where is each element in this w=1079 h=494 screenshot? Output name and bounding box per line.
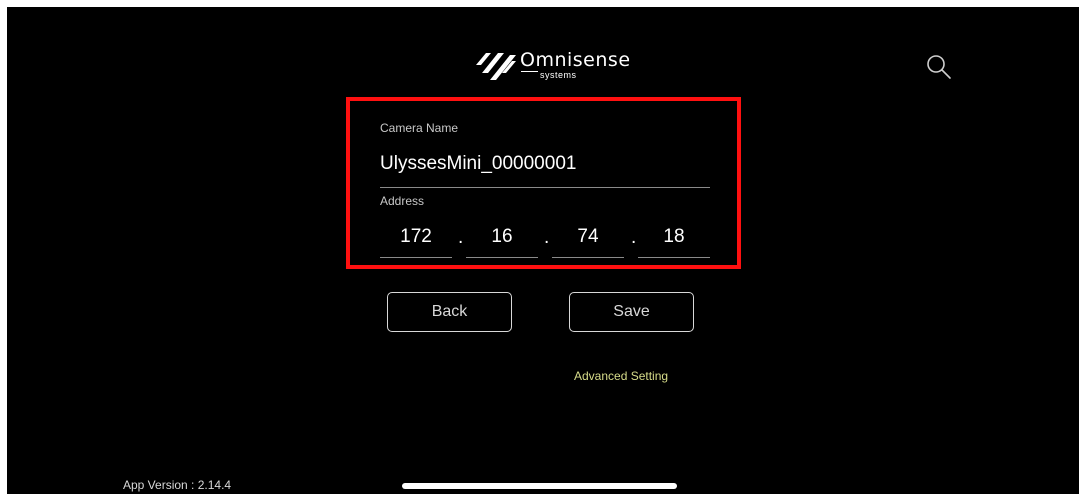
- camera-settings-panel: Camera Name UlyssesMini_00000001 Address…: [346, 97, 741, 269]
- logo-underline: [521, 71, 538, 72]
- octet-2-underline: [466, 257, 538, 258]
- octet-1-underline: [380, 257, 452, 258]
- address-octet-1-field[interactable]: 172: [380, 226, 452, 256]
- address-octet-4-field[interactable]: 18: [638, 226, 710, 256]
- address-label: Address: [380, 194, 425, 208]
- app-version: App Version : 2.14.4: [123, 478, 232, 492]
- camera-name-underline: [380, 187, 710, 188]
- address-separator: .: [458, 227, 464, 248]
- octet-3-underline: [552, 257, 624, 258]
- save-button[interactable]: Save: [569, 292, 694, 332]
- omnisense-logo: Omnisense systems: [474, 47, 630, 85]
- search-icon: [927, 55, 951, 79]
- logo-name: Omnisense: [520, 49, 631, 71]
- address-octet-2-field[interactable]: 16: [466, 226, 538, 256]
- address-separator: .: [631, 227, 637, 248]
- camera-name-field[interactable]: UlyssesMini_00000001: [380, 153, 576, 175]
- camera-name-label: Camera Name: [380, 121, 459, 135]
- search-button[interactable]: [925, 53, 953, 81]
- address-separator: .: [544, 227, 550, 248]
- advanced-setting-link[interactable]: Advanced Setting: [574, 369, 668, 383]
- back-button[interactable]: Back: [387, 292, 512, 332]
- home-indicator[interactable]: [402, 483, 677, 489]
- logo-mark-icon: [476, 53, 516, 80]
- app-screen: Omnisense systems Camera Name UlyssesMin…: [7, 7, 1079, 494]
- octet-4-underline: [638, 257, 710, 258]
- logo-subtitle: systems: [540, 70, 577, 80]
- logo-wordmark: Omnisense systems: [520, 49, 630, 83]
- address-octet-3-field[interactable]: 74: [552, 226, 624, 256]
